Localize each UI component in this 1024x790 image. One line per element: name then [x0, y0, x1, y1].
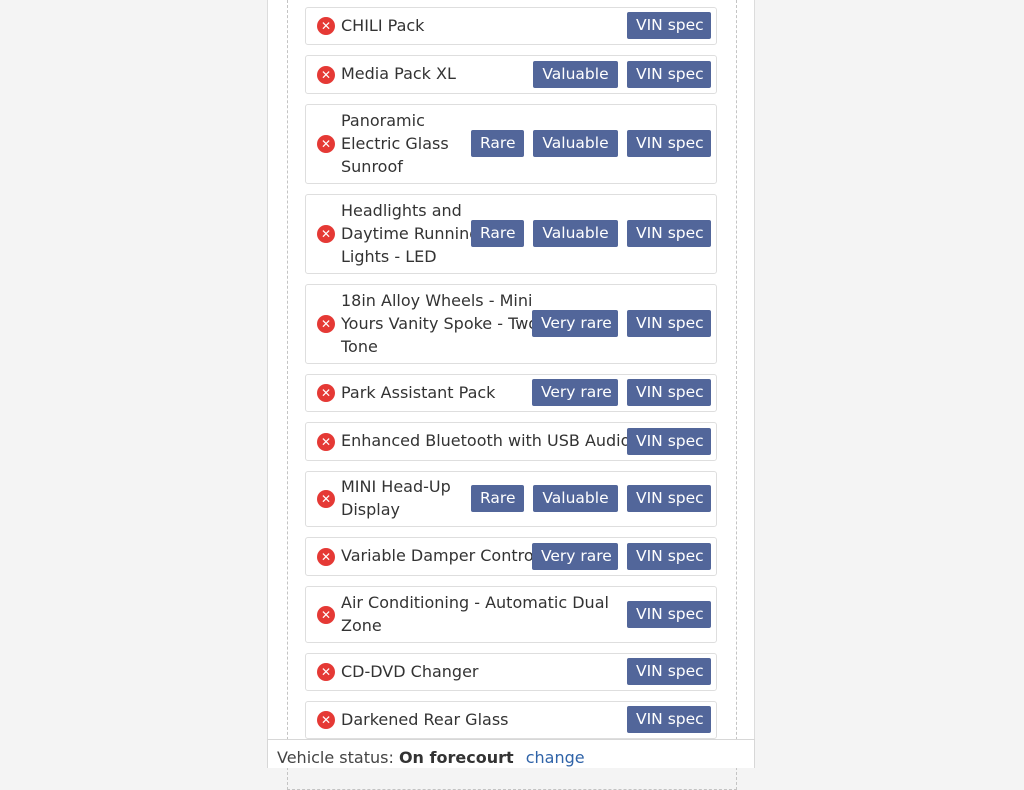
option-label-line: Media Pack XL	[341, 64, 456, 83]
option-label-line: Electric Glass	[341, 134, 449, 153]
option-label-line: Daytime Running	[341, 224, 480, 243]
option-label-line: Darkened Rear Glass	[341, 710, 509, 729]
option-label: CD-DVD Changer	[341, 660, 479, 683]
close-circle-icon[interactable]: ✕	[317, 606, 335, 624]
option-label: Darkened Rear Glass	[341, 708, 509, 731]
options-panel: ✕ CHILI Pack VIN spec ✕ Media Pack XL Valuabl…	[267, 0, 755, 790]
option-label: Air Conditioning - Automatic Dual Zone	[341, 591, 609, 637]
close-circle-icon[interactable]: ✕	[317, 135, 335, 153]
vin-spec-tag: VIN spec	[627, 658, 711, 685]
option-label-line: Tone	[341, 337, 378, 356]
vin-spec-tag: VIN spec	[627, 310, 711, 337]
very-rare-tag: Very rare	[532, 310, 618, 337]
close-circle-icon[interactable]: ✕	[317, 663, 335, 681]
option-label: CHILI Pack	[341, 14, 424, 37]
vin-spec-tag: VIN spec	[627, 601, 711, 628]
option-label-line: Lights - LED	[341, 247, 437, 266]
option-label-line: Yours Vanity Spoke - Two-	[341, 314, 545, 333]
change-status-link[interactable]: change	[526, 748, 585, 767]
vin-spec-tag: VIN spec	[627, 706, 711, 733]
option-item: ✕ Variable Damper Control Very rare VIN spe…	[305, 537, 717, 576]
vin-spec-tag: VIN spec	[627, 379, 711, 406]
option-label: 18in Alloy Wheels - Mini Yours Vanity Spo…	[341, 289, 544, 358]
close-circle-icon[interactable]: ✕	[317, 711, 335, 729]
option-item: ✕ Enhanced Bluetooth with USB Audio VIN sp…	[305, 422, 717, 461]
option-label-line: CD-DVD Changer	[341, 662, 479, 681]
option-item: ✕ Media Pack XL Valuable VIN spec	[305, 55, 717, 94]
close-circle-icon[interactable]: ✕	[317, 548, 335, 566]
option-label: Media Pack XL	[341, 62, 456, 85]
vin-spec-tag: VIN spec	[627, 543, 711, 570]
option-label-line: Enhanced Bluetooth with USB Audio	[341, 431, 631, 450]
close-circle-icon[interactable]: ✕	[317, 315, 335, 333]
close-circle-icon[interactable]: ✕	[317, 225, 335, 243]
valuable-tag: Valuable	[533, 61, 618, 88]
vin-spec-tag: VIN spec	[627, 428, 711, 455]
option-label: MINI Head-Up Display	[341, 475, 451, 521]
rare-tag: Rare	[471, 485, 524, 512]
very-rare-tag: Very rare	[532, 543, 618, 570]
option-item: ✕ Park Assistant Pack Very rare VIN spec	[305, 374, 717, 412]
vehicle-status-value: On forecourt	[398, 748, 514, 767]
option-label: Variable Damper Control	[341, 544, 538, 567]
option-label: Headlights and Daytime Running Lights - LE…	[341, 199, 479, 268]
option-item: ✕ Headlights and Daytime Running Lights - L…	[305, 194, 717, 274]
option-label: Park Assistant Pack	[341, 381, 495, 404]
vin-spec-tag: VIN spec	[627, 130, 711, 157]
option-item: ✕ CD-DVD Changer VIN spec	[305, 653, 717, 691]
option-item: ✕ CHILI Pack VIN spec	[305, 7, 717, 45]
vehicle-status-bar: Vehicle status: On forecourt change	[267, 739, 755, 768]
close-circle-icon[interactable]: ✕	[317, 384, 335, 402]
option-label: Enhanced Bluetooth with USB Audio	[341, 429, 630, 452]
valuable-tag: Valuable	[533, 130, 618, 157]
rare-tag: Rare	[471, 130, 524, 157]
close-circle-icon[interactable]: ✕	[317, 17, 335, 35]
rare-tag: Rare	[471, 220, 524, 247]
close-circle-icon[interactable]: ✕	[317, 433, 335, 451]
close-circle-icon[interactable]: ✕	[317, 490, 335, 508]
option-label: Panoramic Electric Glass Sunroof	[341, 109, 449, 178]
option-label-line: Park Assistant Pack	[341, 383, 496, 402]
very-rare-tag: Very rare	[532, 379, 618, 406]
option-label-line: CHILI Pack	[341, 16, 425, 35]
option-label-line: 18in Alloy Wheels - Mini	[341, 291, 533, 310]
vin-spec-tag: VIN spec	[627, 12, 711, 39]
option-item: ✕ Panoramic Electric Glass Sunroof Rare Valua…	[305, 104, 717, 184]
option-item: ✕ Air Conditioning - Automatic Dual Zone VI…	[305, 586, 717, 643]
valuable-tag: Valuable	[533, 485, 618, 512]
option-item: ✕ Darkened Rear Glass VIN spec	[305, 701, 717, 739]
vin-spec-tag: VIN spec	[627, 61, 711, 88]
option-label-line: Air Conditioning - Automatic Dual	[341, 593, 609, 612]
option-label-line: Headlights and	[341, 201, 462, 220]
vin-spec-tag: VIN spec	[627, 220, 711, 247]
vin-spec-tag: VIN spec	[627, 485, 711, 512]
close-circle-icon[interactable]: ✕	[317, 66, 335, 84]
option-label-line: Zone	[341, 616, 382, 635]
option-label-line: Display	[341, 500, 400, 519]
vehicle-status-prefix: Vehicle status:	[277, 748, 394, 767]
option-label-line: MINI Head-Up	[341, 477, 451, 496]
option-item: ✕ 18in Alloy Wheels - Mini Yours Vanity Sp…	[305, 284, 717, 364]
option-label-line: Variable Damper Control	[341, 546, 539, 565]
option-label-line: Panoramic	[341, 111, 425, 130]
option-item: ✕ MINI Head-Up Display Rare Valuable VIN spec	[305, 471, 717, 527]
valuable-tag: Valuable	[533, 220, 618, 247]
option-label-line: Sunroof	[341, 157, 403, 176]
